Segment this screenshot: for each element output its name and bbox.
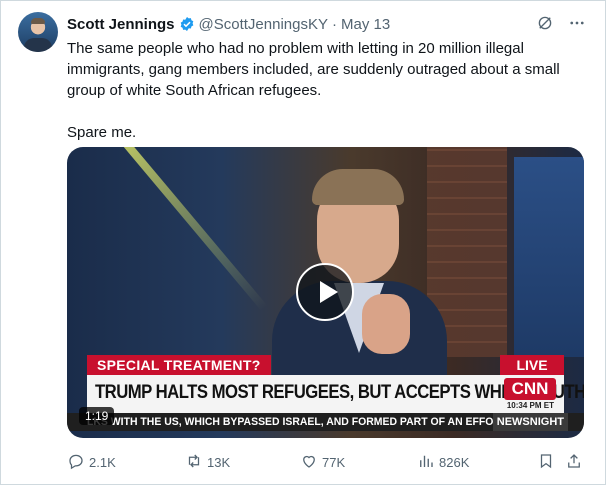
repost-icon [185,452,203,473]
play-button[interactable] [296,263,354,321]
bookmark-button[interactable] [537,452,555,473]
verified-badge-icon [179,16,195,32]
chyron-time: 10:34 PM ET [506,401,554,410]
ticker-brand: NEWSNIGHT [492,413,568,431]
author-handle[interactable]: @ScottJenningsKY [199,16,328,33]
chyron-tag: SPECIAL TREATMENT? [87,355,271,375]
like-button[interactable]: 77K [300,452,345,473]
video-player[interactable]: SPECIAL TREATMENT? LIVE TRUMP HALTS MOST… [67,147,584,438]
share-button[interactable] [565,452,583,473]
grok-icon[interactable] [536,14,554,37]
tweet-header: Scott Jennings @ScottJenningsKY · May 13 [67,14,390,34]
reply-count: 2.1K [89,455,116,470]
news-ticker: LKS WITH THE US, WHICH BYPASSED ISRAEL, … [67,413,584,431]
avatar[interactable] [18,12,58,52]
live-tag: LIVE [500,355,564,375]
reply-button[interactable]: 2.1K [67,452,116,473]
like-count: 77K [322,455,346,470]
like-icon [300,452,318,473]
views-button[interactable]: 826K [417,452,469,473]
separator-dot: · [331,15,337,33]
views-icon [417,452,435,473]
chyron-headline-bar: TRUMP HALTS MOST REFUGEES, BUT ACCEPTS W… [87,375,584,413]
tweet-text: The same people who had no problem with … [67,38,582,143]
video-duration: 1:19 [79,407,115,425]
repost-count: 13K [207,455,231,470]
more-icon[interactable] [568,14,586,37]
studio-screen [514,157,584,357]
tweet-date[interactable]: May 13 [341,16,390,33]
cnn-logo: CNN [504,378,556,400]
reply-icon [67,452,85,473]
bookmark-icon [537,452,555,473]
repost-button[interactable]: 13K [185,452,230,473]
studio-light [107,147,268,311]
tweet-paragraph: The same people who had no problem with … [67,40,560,99]
action-bar: 2.1K 13K 77K 826K [67,452,584,474]
share-icon [565,452,583,473]
views-count: 826K [439,455,470,470]
tweet-paragraph: Spare me. [67,124,137,141]
author-name[interactable]: Scott Jennings [67,16,175,33]
ticker-text: LKS WITH THE US, WHICH BYPASSED ISRAEL, … [87,416,508,428]
